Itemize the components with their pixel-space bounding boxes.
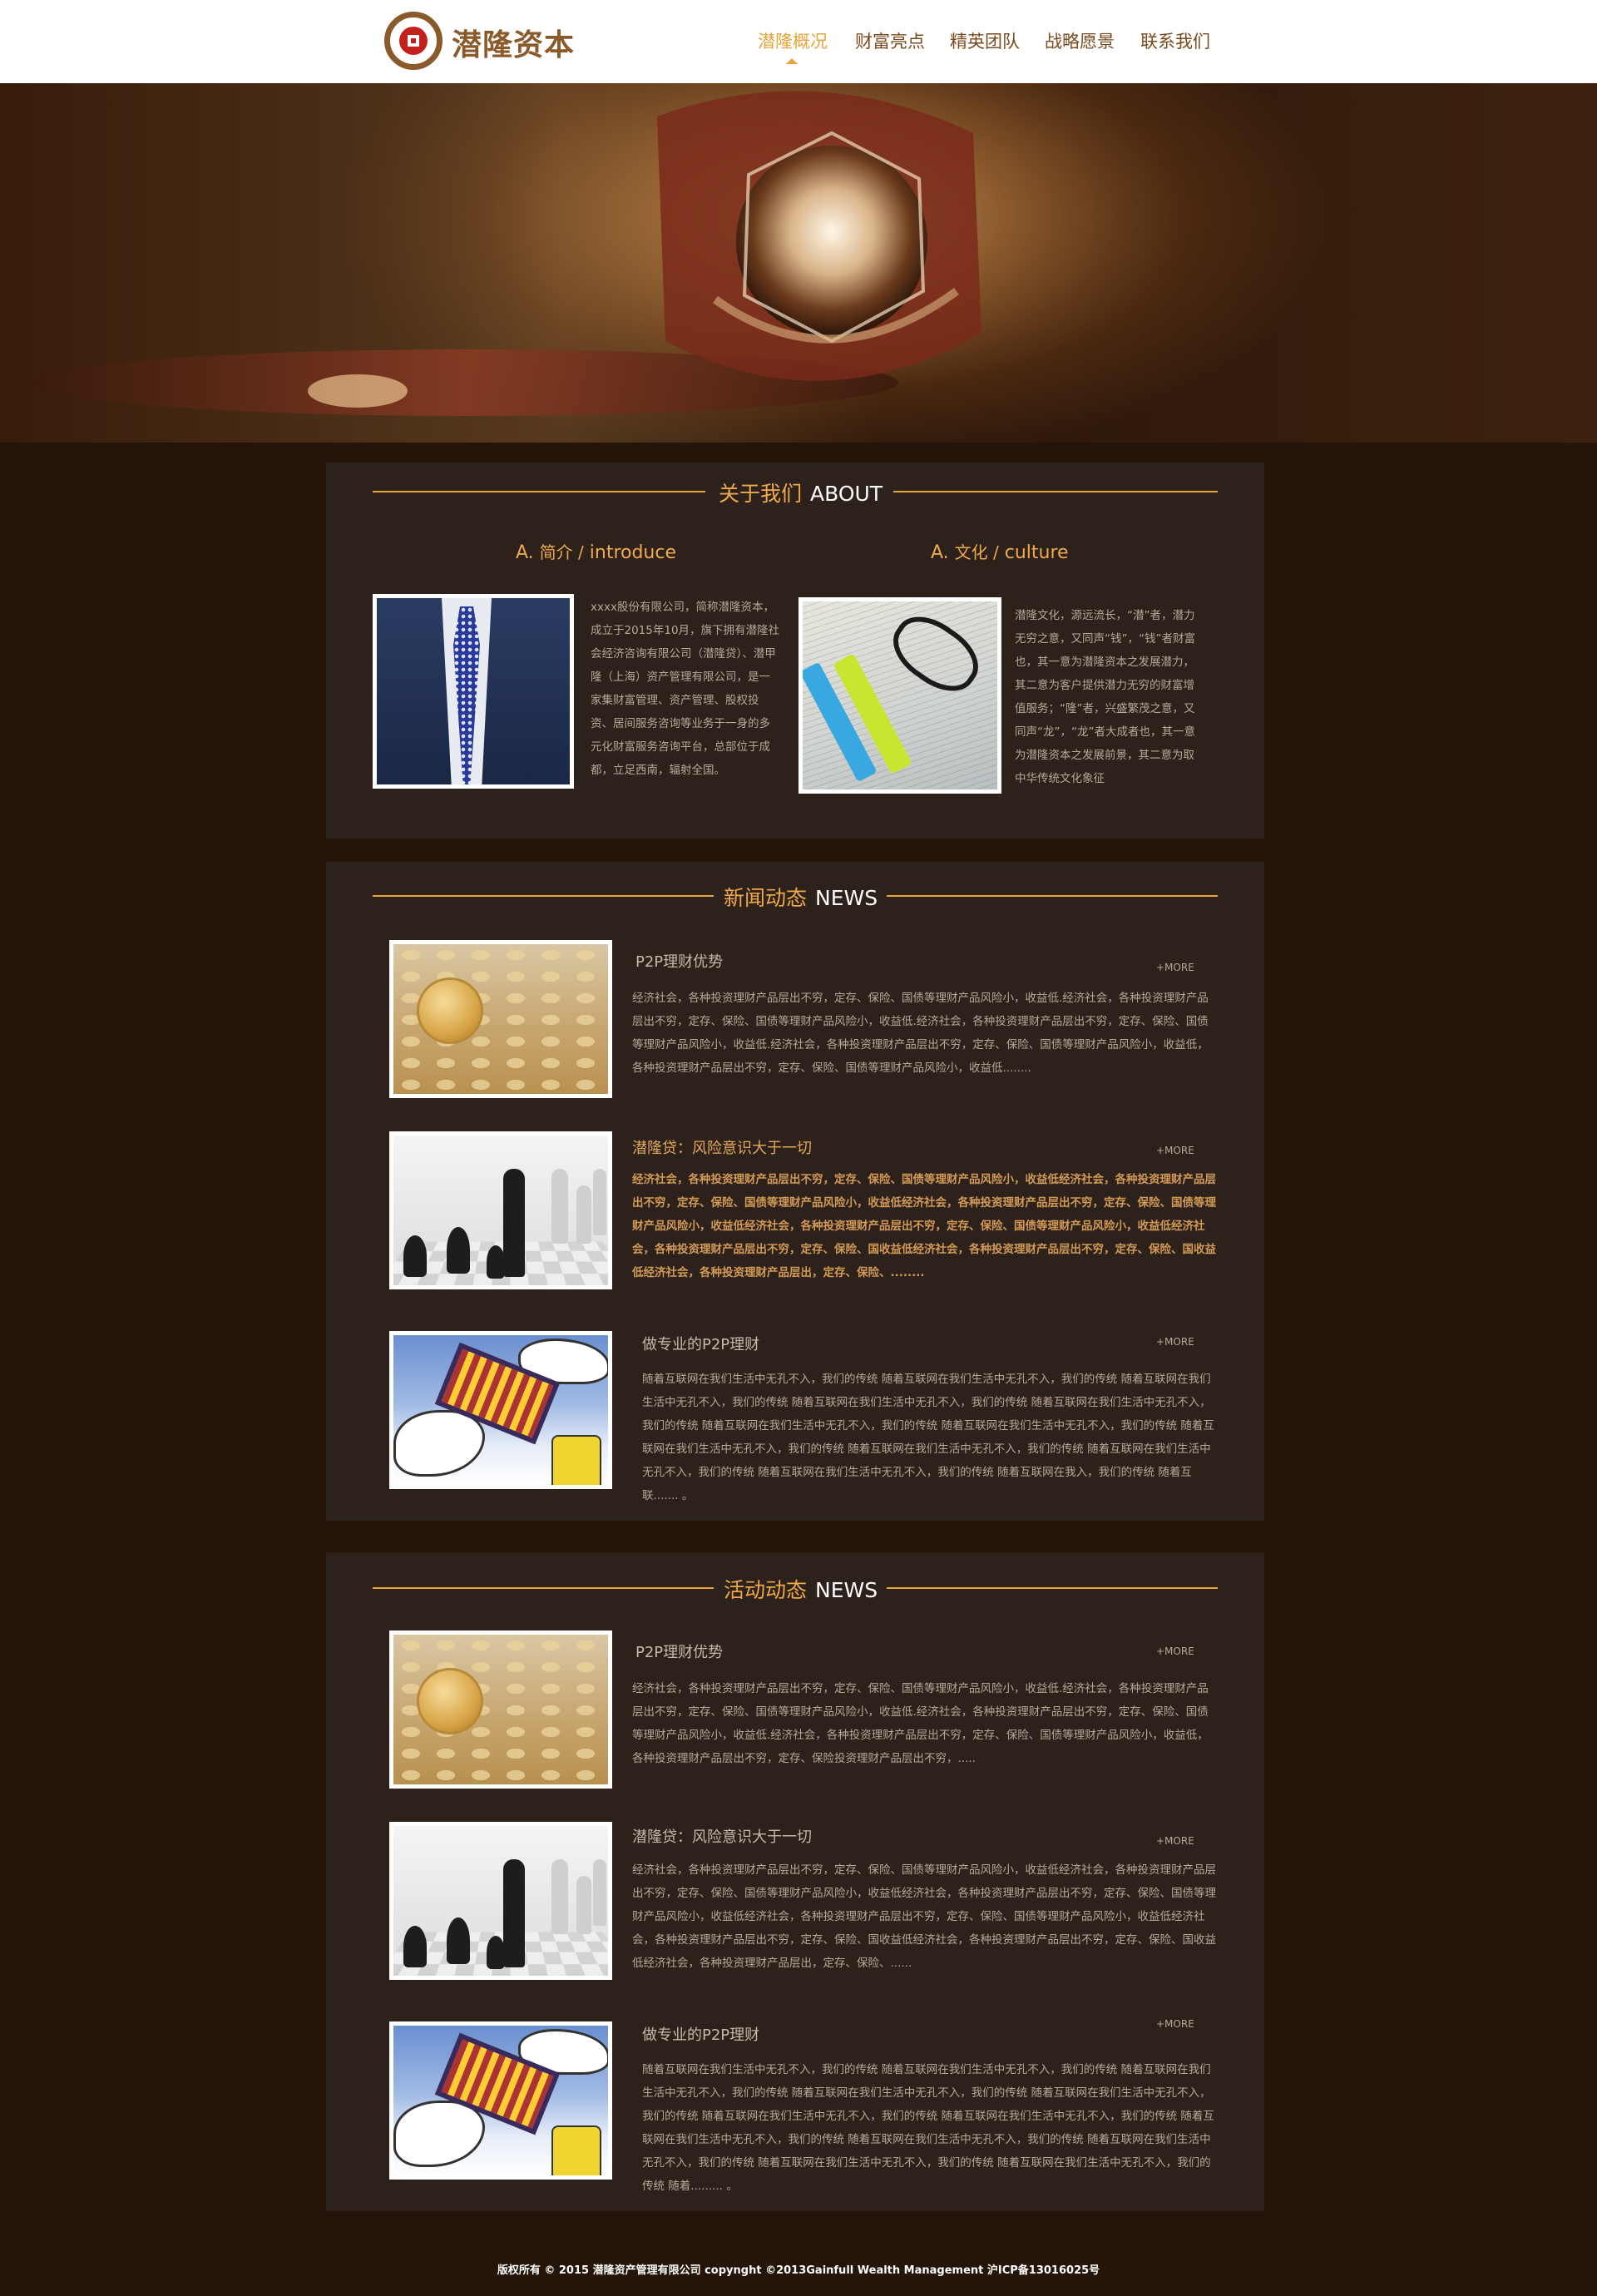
news-item-title[interactable]: 潜隆贷：风险意识大于一切 bbox=[632, 1136, 812, 1158]
event-image-comic[interactable] bbox=[389, 2021, 612, 2180]
about-panel: 关于我们 ABOUT A. 简介 / introduce A. 文化 / cult… bbox=[326, 463, 1264, 839]
suit-photo bbox=[373, 594, 574, 789]
intro-subtitle: A. 简介 / introduce bbox=[516, 542, 677, 563]
nav-item-contact[interactable]: 联系我们 bbox=[1140, 28, 1210, 53]
more-link[interactable]: +MORE bbox=[1156, 1336, 1194, 1348]
more-link[interactable]: +MORE bbox=[1156, 1645, 1194, 1657]
caret-up-icon bbox=[786, 58, 798, 64]
news-image-coins[interactable] bbox=[389, 940, 612, 1098]
event-item-title[interactable]: 做专业的P2P理财 bbox=[642, 2023, 759, 2045]
nav-item-vision[interactable]: 战略愿景 bbox=[1045, 28, 1115, 53]
event-item-title[interactable]: P2P理财优势 bbox=[635, 1640, 723, 1662]
coin-logo-icon[interactable] bbox=[384, 12, 443, 70]
news-panel: 新闻动态 NEWS P2P理财优势 +MORE 经济社会，各种投资理财产品层出不穷… bbox=[326, 862, 1264, 1521]
events-title: 活动动态 NEWS bbox=[724, 1578, 878, 1602]
event-item-title[interactable]: 潜隆贷：风险意识大于一切 bbox=[632, 1825, 812, 1847]
culture-subtitle: A. 文化 / culture bbox=[931, 542, 1069, 563]
header: 潜隆资本 潜隆概况 财富亮点 精英团队 战略愿景 联系我们 bbox=[0, 0, 1597, 83]
event-item-text: 随着互联网在我们生活中无孔不入，我们的传统 随着互联网在我们生活中无孔不入，我们… bbox=[642, 2063, 1214, 2193]
news-item-title[interactable]: P2P理财优势 bbox=[635, 950, 723, 972]
event-image-coins[interactable] bbox=[389, 1630, 612, 1789]
book-photo bbox=[798, 597, 1001, 794]
more-link[interactable]: +MORE bbox=[1156, 1835, 1194, 1847]
news-item-text: 经济社会，各种投资理财产品层出不穷，定存、保险、国债等理财产品风险小，收益低.经… bbox=[632, 992, 1209, 1075]
culture-text: 潜隆文化，源远流长，“潜”者，潜力无穷之意，又同声“钱”，“钱”者财富也，其一意… bbox=[1015, 609, 1195, 785]
hero-banner bbox=[0, 83, 1597, 443]
news-item-text: 经济社会，各种投资理财产品层出不穷，定存、保险、国债等理财产品风险小，收益低经济… bbox=[632, 1173, 1216, 1279]
news-title: 新闻动态 NEWS bbox=[724, 886, 878, 910]
ring-photo bbox=[33, 91, 981, 416]
more-link[interactable]: +MORE bbox=[1156, 2018, 1194, 2030]
events-panel: 活动动态 NEWS P2P理财优势 +MORE 经济社会，各种投资理财产品层出不穷… bbox=[326, 1552, 1264, 2211]
copyright-text: 版权所有 © 2015 潜隆资产管理有限公司 copynght ©2013Gai… bbox=[497, 2264, 1100, 2277]
event-image-chess[interactable] bbox=[389, 1822, 612, 1980]
about-title: 关于我们 ABOUT bbox=[719, 482, 883, 506]
intro-text: xxxx股份有限公司，简称潜隆资本，成立于2015年10月，旗下拥有潜隆社会经济… bbox=[591, 601, 780, 777]
nav-item-highlights[interactable]: 财富亮点 bbox=[855, 28, 925, 53]
event-item-text: 经济社会，各种投资理财产品层出不穷，定存、保险、国债等理财产品风险小，收益低.经… bbox=[632, 1682, 1209, 1765]
news-item-text: 随着互联网在我们生活中无孔不入，我们的传统 随着互联网在我们生活中无孔不入，我们… bbox=[642, 1373, 1214, 1502]
brand-name[interactable]: 潜隆资本 bbox=[452, 21, 575, 64]
nav-item-overview[interactable]: 潜隆概况 bbox=[758, 28, 828, 53]
more-link[interactable]: +MORE bbox=[1156, 1145, 1194, 1156]
event-item-text: 经济社会，各种投资理财产品层出不穷，定存、保险、国债等理财产品风险小，收益低经济… bbox=[632, 1863, 1216, 1970]
more-link[interactable]: +MORE bbox=[1156, 962, 1194, 973]
news-image-comic[interactable] bbox=[389, 1331, 612, 1489]
nav-item-team[interactable]: 精英团队 bbox=[950, 28, 1020, 53]
footer: 版权所有 © 2015 潜隆资产管理有限公司 copynght ©2013Gai… bbox=[0, 2246, 1597, 2296]
news-image-chess[interactable] bbox=[389, 1131, 612, 1289]
news-item-title[interactable]: 做专业的P2P理财 bbox=[642, 1333, 759, 1354]
